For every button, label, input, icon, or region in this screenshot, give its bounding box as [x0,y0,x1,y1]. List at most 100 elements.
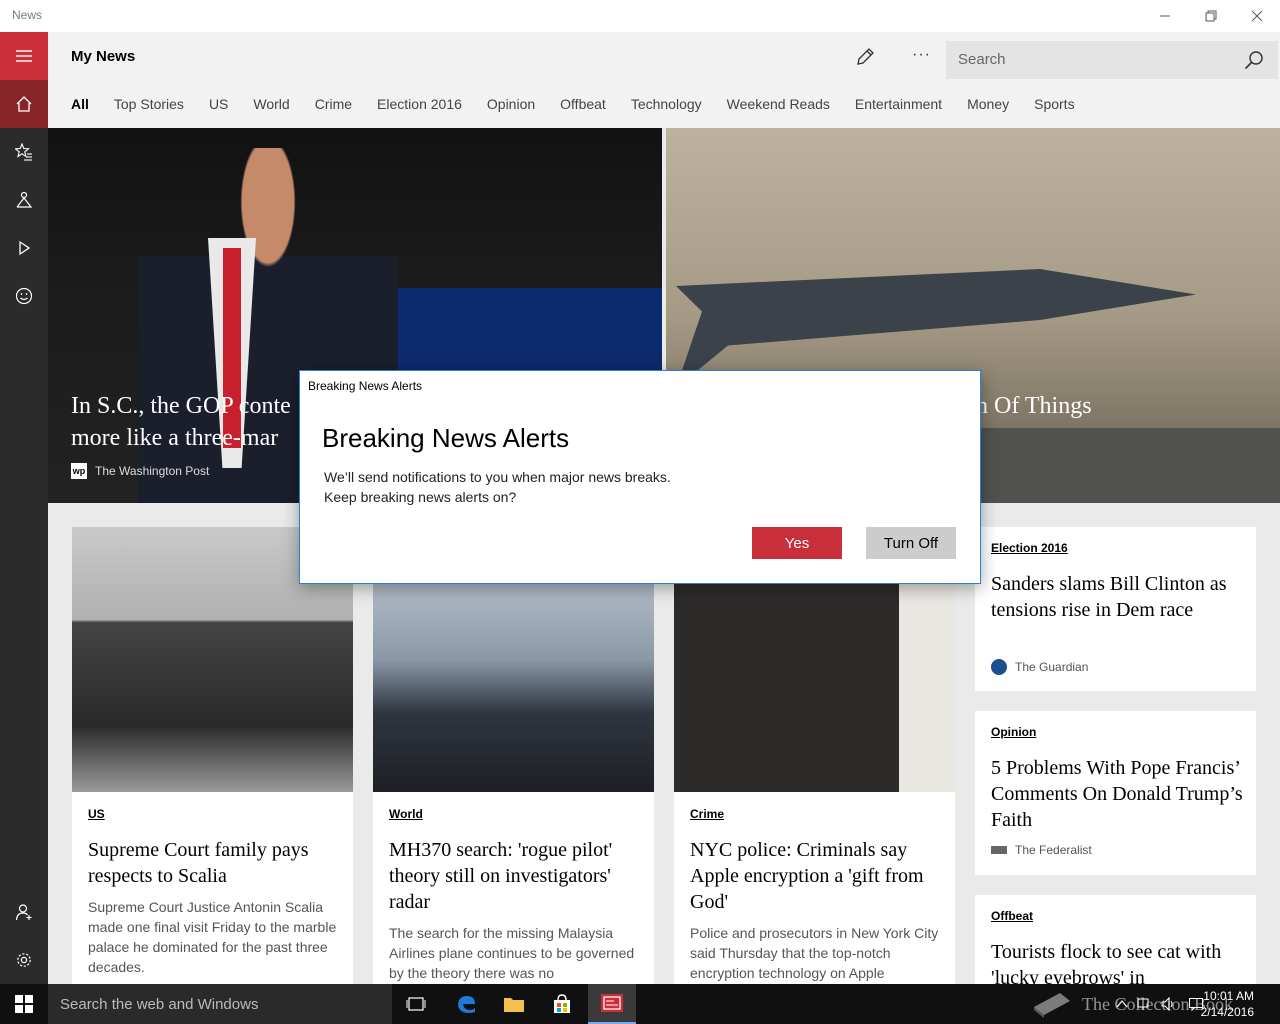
nav-rail [0,32,48,984]
favorites-icon [15,143,32,161]
tab-election-2016[interactable]: Election 2016 [377,96,462,120]
story-source: The Guardian [991,659,1088,675]
search-input[interactable]: Search [958,51,1006,68]
tab-opinion[interactable]: Opinion [487,96,535,120]
hero-left-source-name: The Washington Post [95,464,210,478]
tab-us[interactable]: US [209,96,228,120]
story-card-offbeat[interactable]: Offbeat Tourists flock to see cat with '… [975,895,1256,984]
watermark: The Collection Book [1030,984,1270,1024]
watermark-text: The Collection Book [1082,993,1233,1014]
close-icon [1251,10,1263,22]
tab-top-stories[interactable]: Top Stories [114,96,184,120]
file-explorer-button[interactable] [490,984,538,1024]
dialog-title: Breaking News Alerts [322,423,570,453]
dialog-message: We’ll send notifications to you when maj… [324,467,671,507]
hamburger-icon [16,50,32,62]
smiley-icon [15,287,33,305]
page-header: My News ··· Search All Top Stories US Wo… [48,32,1280,128]
story-summary: Police and prosecutors in New York City … [690,925,939,981]
tab-technology[interactable]: Technology [631,96,702,120]
account-icon [15,904,32,921]
hamburger-menu-button[interactable] [0,32,48,80]
windows-logo-icon [15,995,33,1013]
tab-all[interactable]: All [71,96,89,120]
hero-left-headline-line1: In S.C., the GOP conte [71,393,291,419]
story-category[interactable]: US [88,807,105,821]
minimize-icon [1160,15,1170,17]
title-bar: News [0,0,1280,32]
close-button[interactable] [1234,0,1280,32]
search-icon[interactable] [1244,50,1264,70]
tab-weekend-reads[interactable]: Weekend Reads [727,96,830,120]
nav-interests-button[interactable] [0,176,48,224]
category-tabs: All Top Stories US World Crime Election … [71,96,1100,120]
edit-pencil-icon[interactable] [854,46,876,68]
app-title: News [12,8,43,22]
breaking-news-dialog: Breaking News Alerts Breaking News Alert… [299,370,981,584]
story-category[interactable]: World [389,807,423,821]
search-box[interactable]: Search [946,41,1278,79]
hero-right-headline: n Of Things [976,393,1092,419]
nav-video-button[interactable] [0,224,48,272]
taskbar-search-input[interactable]: Search the web and Windows [60,996,258,1013]
story-category[interactable]: Election 2016 [991,541,1068,555]
tab-sports[interactable]: Sports [1034,96,1074,120]
story-source-name: The Federalist [1015,843,1092,857]
edge-browser-button[interactable] [442,984,490,1024]
story-headline: Supreme Court family pays respects to Sc… [88,839,309,887]
news-app-icon [601,994,623,1012]
minimize-button[interactable] [1142,0,1188,32]
washington-post-logo-icon: wp [71,463,87,479]
folder-icon [504,998,524,1012]
story-headline: MH370 search: 'rogue pilot' theory still… [389,839,613,913]
dialog-message-line2: Keep breaking news alerts on? [324,489,517,505]
story-category[interactable]: Crime [690,807,724,821]
nav-account-button[interactable] [0,888,48,936]
story-card-opinion[interactable]: Opinion 5 Problems With Pope Francis’ Co… [975,711,1256,875]
story-category[interactable]: Offbeat [991,909,1033,923]
home-icon [16,96,32,112]
story-card-us[interactable]: US Supreme Court family pays respects to… [72,527,353,984]
story-summary: Supreme Court Justice Antonin Scalia mad… [88,899,337,975]
nav-home-button[interactable] [0,80,48,128]
hero-right-image-jet [676,269,1196,388]
nav-settings-button[interactable] [0,936,48,984]
gear-icon [17,953,31,967]
tab-entertainment[interactable]: Entertainment [855,96,942,120]
dialog-window-title: Breaking News Alerts [308,379,423,393]
store-button[interactable] [538,984,586,1024]
story-headline: Tourists flock to see cat with 'lucky ey… [991,941,1222,984]
edge-icon [458,996,475,1013]
story-headline: Sanders slams Bill Clinton as tensions r… [991,573,1227,621]
store-bag-icon [554,994,570,1013]
story-headline: 5 Problems With Pope Francis’ Comments O… [991,757,1243,831]
more-options-button[interactable]: ··· [912,46,931,64]
dialog-message-line1: We’ll send notifications to you when maj… [324,469,671,485]
federalist-logo-icon [991,846,1007,854]
nav-feedback-button[interactable] [0,272,48,320]
guardian-logo-icon [991,659,1007,675]
story-headline: NYC police: Criminals say Apple encrypti… [690,839,924,913]
task-view-button[interactable] [392,984,440,1024]
story-source: The Federalist [991,843,1092,857]
restore-button[interactable] [1188,0,1234,32]
news-app-taskbar-button[interactable] [588,984,636,1024]
video-icon [19,240,31,256]
task-view-icon [406,997,426,1011]
story-category[interactable]: Opinion [991,725,1036,739]
story-card-world[interactable]: World MH370 search: 'rogue pilot' theory… [373,527,654,984]
tab-offbeat[interactable]: Offbeat [560,96,606,120]
start-button[interactable] [0,984,48,1024]
story-card-crime[interactable]: Crime NYC police: Criminals say Apple en… [674,527,955,984]
tab-money[interactable]: Money [967,96,1009,120]
story-summary: The search for the missing Malaysia Airl… [389,925,635,981]
tab-world[interactable]: World [253,96,289,120]
yes-button[interactable]: Yes [752,527,842,559]
taskbar-search-box[interactable]: Search the web and Windows [48,984,392,1024]
hero-left-source: wp The Washington Post [71,463,209,479]
turn-off-button[interactable]: Turn Off [866,527,956,559]
tab-crime[interactable]: Crime [315,96,352,120]
nav-favorites-button[interactable] [0,128,48,176]
interests-icon [16,191,33,208]
story-card-election[interactable]: Election 2016 Sanders slams Bill Clinton… [975,527,1256,691]
